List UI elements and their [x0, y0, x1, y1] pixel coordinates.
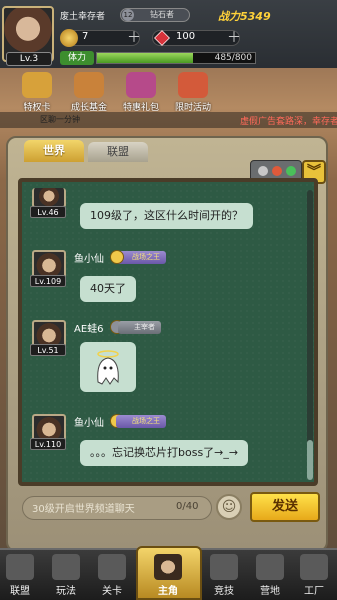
user-name[interactable]: 鱼小仙: [74, 414, 104, 429]
nav-gameplay[interactable]: 玩法: [46, 552, 86, 598]
user-level: Lv.110: [30, 438, 66, 450]
nav-label: 玩法: [56, 586, 76, 597]
rank-value: 钻石者: [150, 10, 174, 19]
ghost-sticker-icon: [97, 350, 119, 385]
send-button[interactable]: 发送: [250, 492, 320, 522]
user-level: Lv.46: [30, 206, 66, 218]
light-icon: [258, 166, 268, 176]
gem-amount: 100: [176, 31, 196, 42]
chat-bubble: 40天了: [80, 276, 136, 302]
hero-icon: [154, 554, 182, 580]
nav-label: 营地: [260, 586, 280, 597]
nav-label: 竞技: [214, 586, 234, 597]
ticker-text: 虚假广告套路深，幸存者: [240, 117, 337, 127]
user-name[interactable]: 鱼小仙: [74, 250, 104, 265]
sticker-bubble: [80, 342, 136, 392]
nav-stage[interactable]: 关卡: [92, 552, 132, 598]
player-level: Lv.3: [6, 52, 52, 66]
nav-factory[interactable]: 工厂: [294, 552, 334, 598]
gameplay-icon: [52, 554, 80, 580]
gold-amount: 7: [82, 31, 89, 42]
nav-camp[interactable]: 营地: [250, 552, 290, 598]
tab-world[interactable]: 世界: [24, 140, 84, 162]
title-tag: 主宰者: [118, 321, 161, 334]
alliance-icon: [6, 554, 34, 580]
player-name: 废土幸存者: [60, 12, 106, 22]
privilege-card-icon: [22, 72, 52, 98]
chat-input-placeholder: 30级开启世界频道聊天: [32, 504, 135, 515]
camp-icon: [256, 554, 284, 580]
nav-label: 主角: [158, 586, 178, 597]
gift-pack-icon: [126, 72, 156, 98]
nav-alliance[interactable]: 联盟: [0, 552, 40, 598]
growth-fund-icon: [74, 72, 104, 98]
smiley-icon: ☺: [221, 499, 237, 515]
nav-arena[interactable]: 竞技: [204, 552, 244, 598]
menu-privilege-card[interactable]: 特权卡: [14, 72, 60, 114]
add-gold-button[interactable]: ＋: [127, 30, 141, 46]
user-level: Lv.109: [30, 275, 66, 287]
menu-gift-pack[interactable]: 特惠礼包: [118, 72, 164, 114]
crown-icon: [110, 250, 124, 264]
stamina-label: 体力: [60, 51, 94, 65]
rank-badge-icon: 12: [122, 9, 134, 21]
stamina-text: 485/800: [214, 53, 252, 63]
chat-bubble: 。。。忘记换芯片打boss了→_→: [80, 440, 249, 466]
chat-bubble: 109级了，这区什么时间开的？: [80, 203, 253, 229]
nav-label: 工厂: [304, 586, 324, 597]
combat-power: 战力5349: [218, 10, 271, 23]
stage-icon: [98, 554, 126, 580]
arena-icon: [210, 554, 238, 580]
ticker-left-text: 区聊一分钟: [40, 115, 80, 124]
user-name[interactable]: AE蛙6: [74, 320, 104, 335]
nav-label: 联盟: [10, 586, 30, 597]
scrollbar-thumb[interactable]: [307, 440, 313, 480]
light-icon: [272, 166, 282, 176]
factory-icon: [300, 554, 328, 580]
nav-hero[interactable]: 主角: [148, 552, 188, 598]
add-gem-button[interactable]: ＋: [227, 30, 241, 46]
gold-coin-icon: [60, 29, 78, 47]
title-tag: 战场之王: [116, 415, 166, 428]
menu-growth-fund[interactable]: 成长基金: [66, 72, 112, 114]
char-count: 0/40: [176, 501, 199, 512]
tab-alliance[interactable]: 联盟: [88, 142, 148, 162]
timed-event-icon: [178, 72, 208, 98]
user-level: Lv.51: [30, 344, 66, 356]
nav-label: 关卡: [102, 586, 122, 597]
light-icon: [286, 166, 296, 176]
avatar[interactable]: [32, 188, 66, 208]
chat-scrollbar[interactable]: [307, 190, 313, 480]
menu-timed-event[interactable]: 限时活动: [170, 72, 216, 114]
emoji-button[interactable]: ☺: [216, 494, 242, 520]
